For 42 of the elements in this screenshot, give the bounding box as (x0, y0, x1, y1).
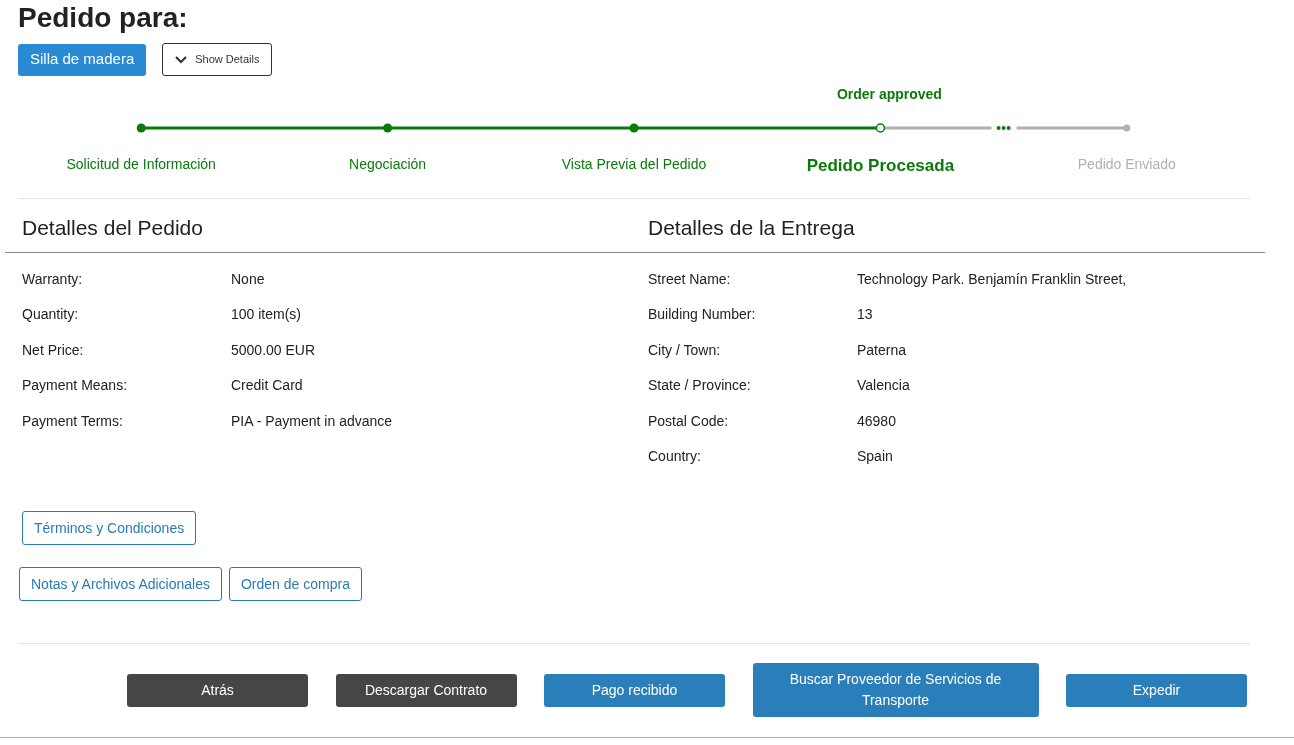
field-value: 5000.00 EUR (231, 340, 316, 360)
field-label: Payment Terms: (22, 411, 124, 431)
action-button[interactable]: Atrás (127, 673, 308, 707)
field-value: 13 (857, 305, 873, 325)
field-value: None (231, 270, 265, 289)
page-title: Pedido para: (18, 1, 188, 35)
step-label: Pedido Procesada (806, 155, 955, 177)
action-button[interactable]: Descargar Contrato (335, 673, 517, 707)
document-button[interactable]: Notas y Archivos Adicionales (19, 567, 222, 601)
show-details-button[interactable]: Show Details (162, 43, 273, 76)
field-label: Quantity: (22, 305, 80, 325)
field-label: Payment Means: (22, 376, 129, 396)
field-value: 46980 (857, 411, 896, 431)
step-label: Pedido Enviado (1077, 155, 1176, 174)
document-button[interactable]: Términos y Condiciones (22, 511, 197, 545)
product-button[interactable]: Silla de madera (18, 43, 147, 76)
ellipsis-icon (996, 126, 1011, 130)
field-value: Technology Park. Benjamín Franklin Street, (857, 270, 1127, 289)
field-label: Net Price: (22, 340, 85, 360)
field-label: Building Number: (648, 305, 757, 325)
step-label: Negociación (349, 155, 427, 174)
section-heading: Detalles de la Entrega (648, 215, 855, 241)
field-label: City / Town: (648, 340, 722, 360)
field-value: 100 item(s) (231, 305, 302, 325)
action-button[interactable]: Pago recibido (544, 673, 725, 707)
field-label: Country: (648, 446, 702, 466)
field-label: Warranty: (22, 270, 84, 289)
action-button[interactable]: Expedir (1066, 673, 1247, 707)
field-value: Paterna (857, 340, 907, 360)
document-button[interactable]: Orden de compra (229, 567, 362, 601)
field-label: Postal Code: (648, 411, 730, 431)
field-value: Spain (857, 446, 893, 466)
action-button[interactable]: Buscar Proveedor de Servicios de Transporte (752, 663, 1039, 717)
field-value: PIA - Payment in advance (231, 411, 393, 431)
field-label: State / Province: (648, 376, 752, 396)
step-label: Solicitud de Información (66, 155, 216, 174)
field-label: Street Name: (648, 270, 732, 289)
field-value: Credit Card (231, 376, 303, 396)
section-heading: Detalles del Pedido (22, 215, 204, 241)
step-label: Vista Previa del Pedido (561, 155, 707, 174)
status-label: Order approved (836, 85, 942, 104)
field-value: Valencia (857, 376, 910, 396)
